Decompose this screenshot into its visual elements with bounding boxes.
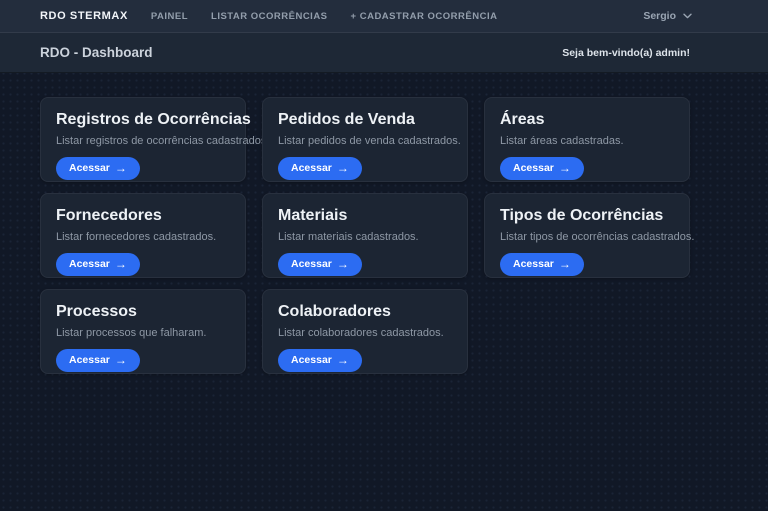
acessar-button[interactable]: Acessar →	[56, 349, 140, 372]
arrow-right-icon: →	[559, 162, 571, 174]
cards-grid: Registros de Ocorrências Listar registro…	[40, 97, 692, 374]
page-header: RDO - Dashboard Seja bem-vindo(a) admin!	[0, 33, 768, 73]
card-title: Fornecedores	[56, 207, 230, 225]
card-title: Colaboradores	[278, 303, 452, 321]
card-colaboradores: Colaboradores Listar colaboradores cadas…	[262, 289, 468, 374]
acessar-button[interactable]: Acessar →	[56, 253, 140, 276]
card-title: Registros de Ocorrências	[56, 111, 230, 129]
acessar-button-label: Acessar	[69, 259, 110, 270]
card-areas: Áreas Listar áreas cadastradas. Acessar …	[484, 97, 690, 182]
acessar-button[interactable]: Acessar →	[278, 349, 362, 372]
card-materiais: Materiais Listar materiais cadastrados. …	[262, 193, 468, 278]
acessar-button[interactable]: Acessar →	[278, 157, 362, 180]
welcome-message: Seja bem-vindo(a) admin!	[562, 47, 690, 59]
card-description: Listar fornecedores cadastrados.	[56, 231, 230, 243]
arrow-right-icon: →	[115, 162, 127, 174]
chevron-down-icon	[683, 13, 692, 19]
card-title: Pedidos de Venda	[278, 111, 452, 129]
card-description: Listar materiais cadastrados.	[278, 231, 452, 243]
arrow-right-icon: →	[115, 258, 127, 270]
card-registros-de-ocorrencias: Registros de Ocorrências Listar registro…	[40, 97, 246, 182]
acessar-button[interactable]: Acessar →	[278, 253, 362, 276]
arrow-right-icon: →	[337, 354, 349, 366]
acessar-button-label: Acessar	[291, 355, 332, 366]
acessar-button-label: Acessar	[69, 163, 110, 174]
acessar-button-label: Acessar	[291, 163, 332, 174]
card-title: Materiais	[278, 207, 452, 225]
acessar-button-label: Acessar	[69, 355, 110, 366]
nav-item-painel[interactable]: PAINEL	[151, 11, 188, 22]
card-title: Processos	[56, 303, 230, 321]
card-description: Listar tipos de ocorrências cadastrados.	[500, 231, 674, 243]
arrow-right-icon: →	[115, 354, 127, 366]
card-fornecedores: Fornecedores Listar fornecedores cadastr…	[40, 193, 246, 278]
user-name: Sergio	[643, 10, 676, 22]
main-content: Registros de Ocorrências Listar registro…	[0, 73, 768, 374]
arrow-right-icon: →	[337, 162, 349, 174]
nav-item-cadastrar-ocorrencia[interactable]: + CADASTRAR OCORRÊNCIA	[351, 11, 498, 22]
card-pedidos-de-venda: Pedidos de Venda Listar pedidos de venda…	[262, 97, 468, 182]
card-title: Áreas	[500, 111, 674, 129]
card-description: Listar colaboradores cadastrados.	[278, 327, 452, 339]
brand-logo[interactable]: RDO STERMAX	[40, 10, 128, 22]
nav-links: PAINEL LISTAR OCORRÊNCIAS + CADASTRAR OC…	[128, 11, 498, 22]
card-title: Tipos de Ocorrências	[500, 207, 674, 225]
acessar-button[interactable]: Acessar →	[500, 253, 584, 276]
acessar-button-label: Acessar	[513, 259, 554, 270]
acessar-button[interactable]: Acessar →	[56, 157, 140, 180]
arrow-right-icon: →	[337, 258, 349, 270]
card-description: Listar registros de ocorrências cadastra…	[56, 135, 230, 147]
nav-item-listar-ocorrencias[interactable]: LISTAR OCORRÊNCIAS	[211, 11, 328, 22]
user-menu[interactable]: Sergio	[643, 10, 692, 22]
top-navbar: RDO STERMAX PAINEL LISTAR OCORRÊNCIAS + …	[0, 0, 768, 33]
acessar-button[interactable]: Acessar →	[500, 157, 584, 180]
page-title: RDO - Dashboard	[40, 45, 153, 60]
card-description: Listar processos que falharam.	[56, 327, 230, 339]
card-tipos-de-ocorrencias: Tipos de Ocorrências Listar tipos de oco…	[484, 193, 690, 278]
card-description: Listar pedidos de venda cadastrados.	[278, 135, 452, 147]
card-description: Listar áreas cadastradas.	[500, 135, 674, 147]
arrow-right-icon: →	[559, 258, 571, 270]
acessar-button-label: Acessar	[291, 259, 332, 270]
acessar-button-label: Acessar	[513, 163, 554, 174]
card-processos: Processos Listar processos que falharam.…	[40, 289, 246, 374]
